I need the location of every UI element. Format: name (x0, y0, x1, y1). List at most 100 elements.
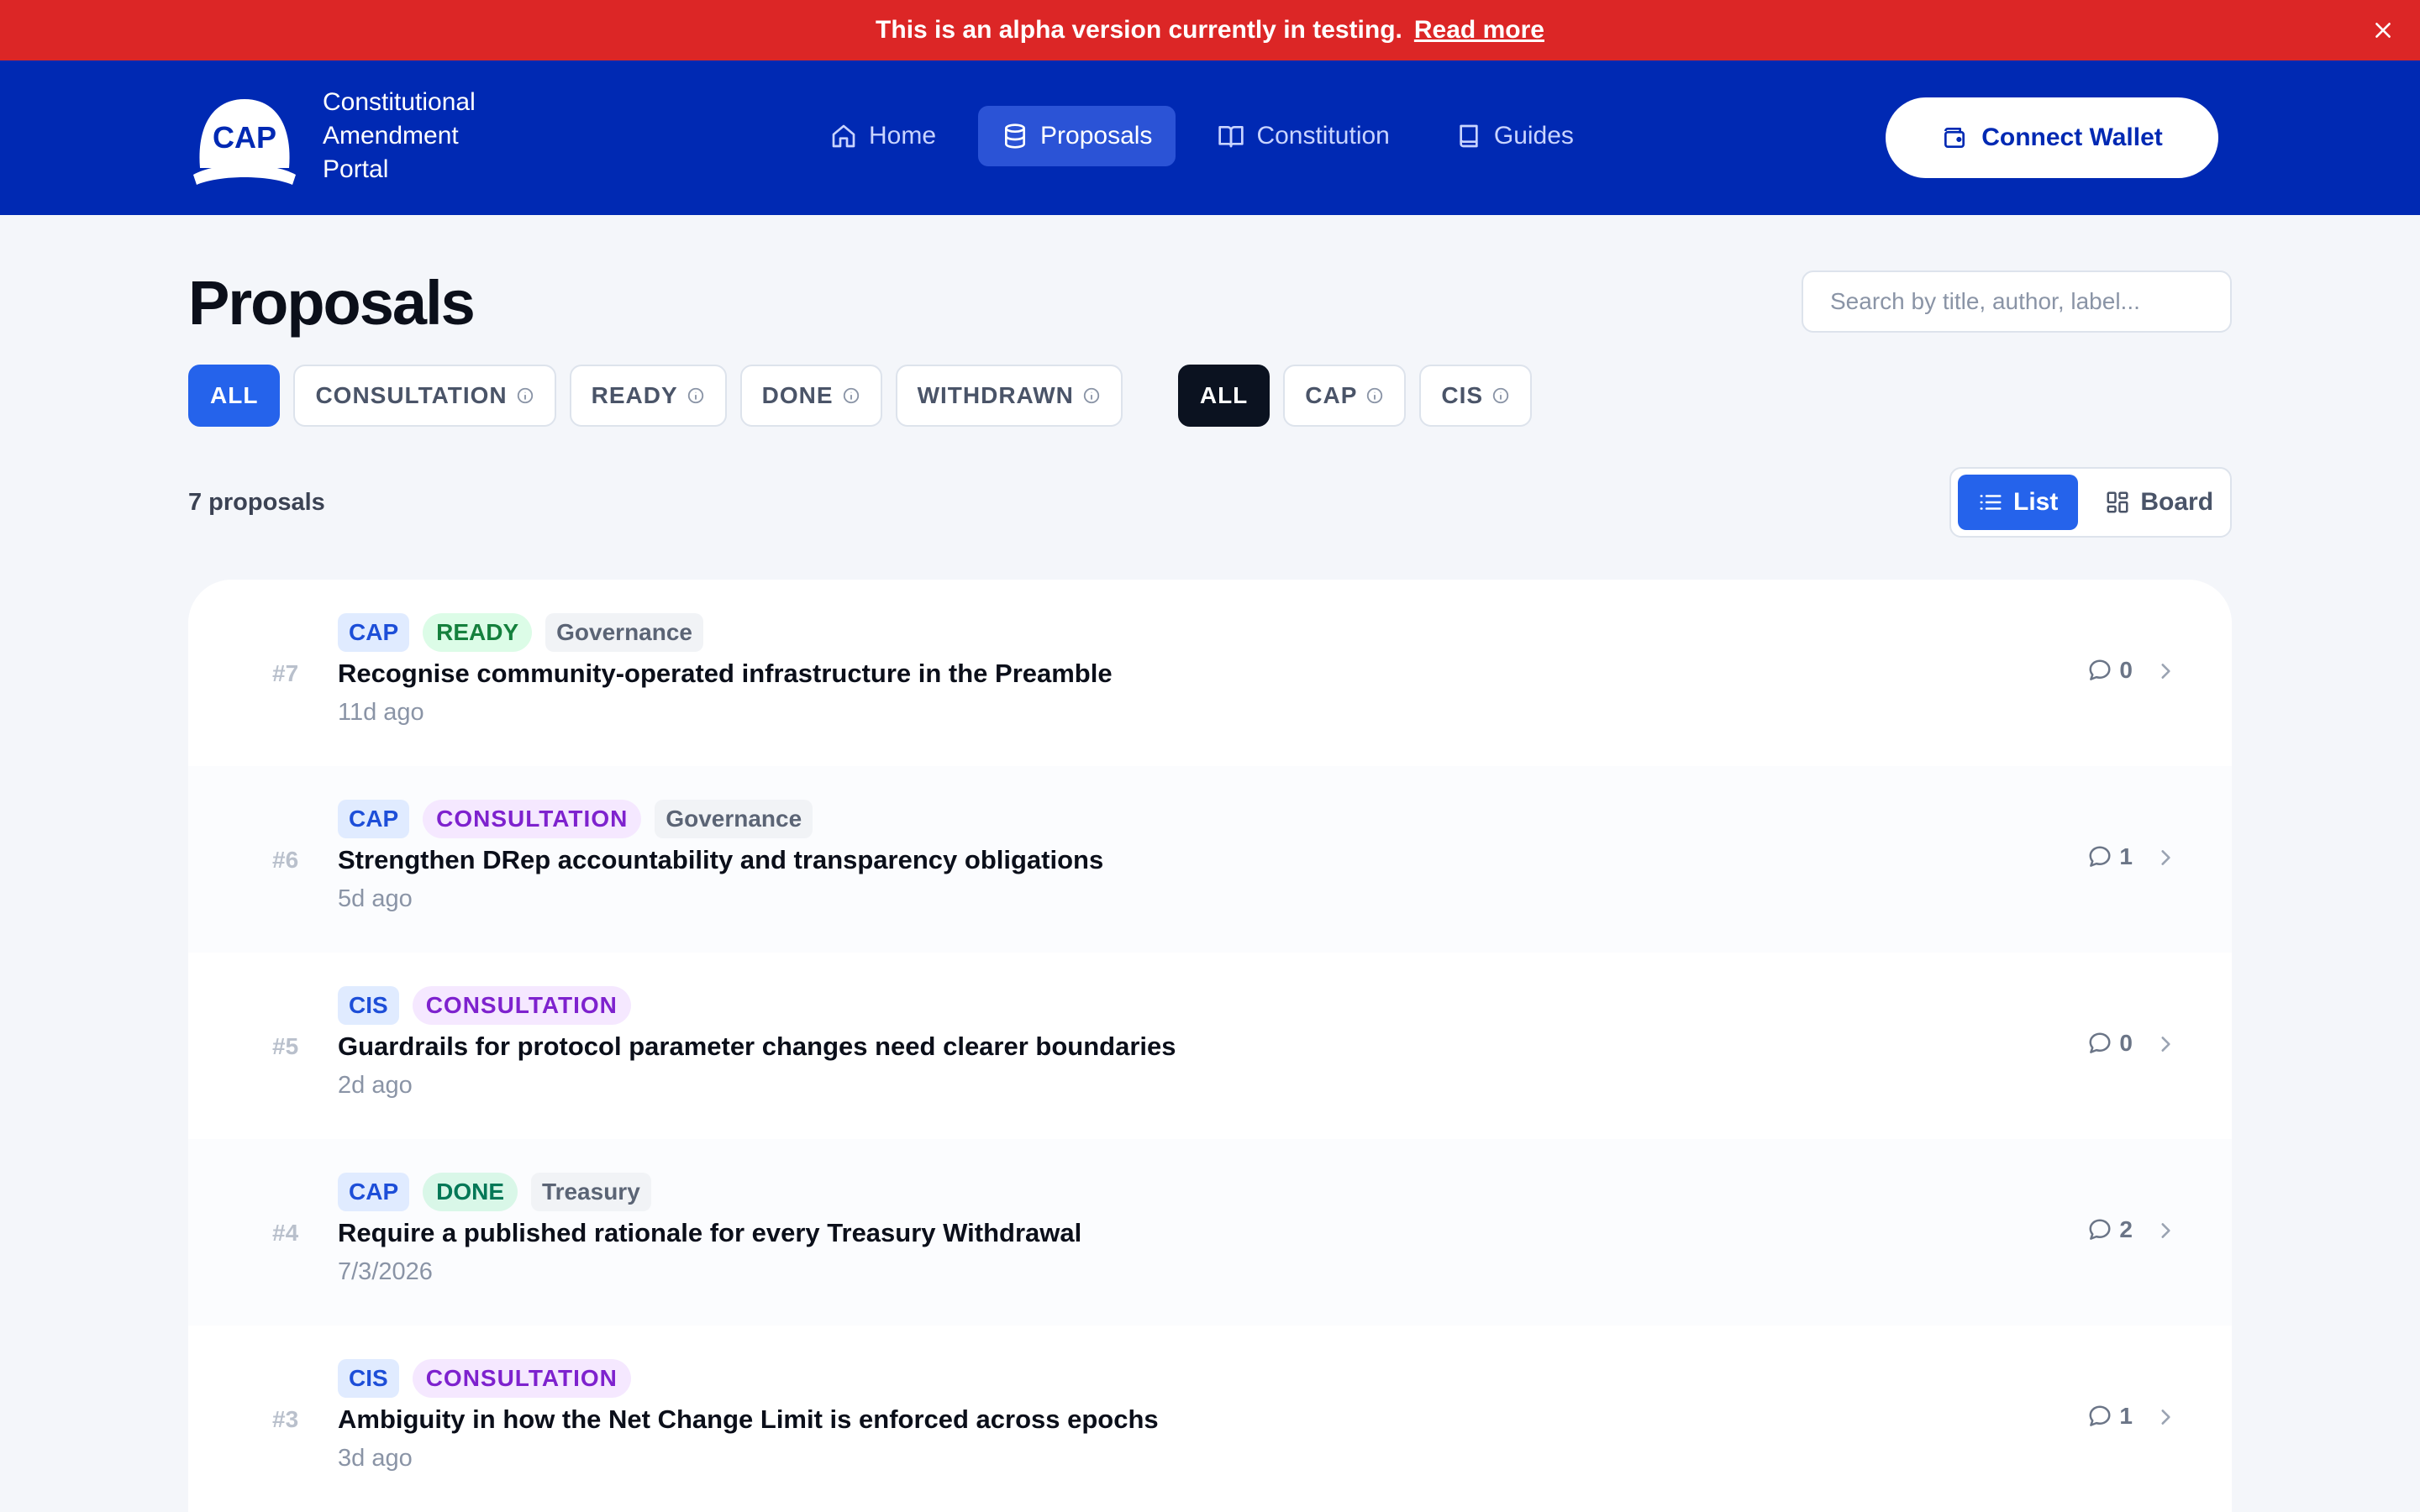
nav-home[interactable]: Home (807, 106, 960, 166)
close-icon (2375, 23, 2391, 38)
comment-icon (2089, 1219, 2111, 1240)
chevron-right-icon (2161, 1410, 2170, 1425)
search-input[interactable] (1802, 270, 2232, 333)
filter-status-withdrawn[interactable]: WITHDRAWN (895, 365, 1123, 427)
cap-logo[interactable]: CAP (192, 94, 297, 188)
nav-constitution-label: Constitution (1256, 122, 1390, 150)
status-badge: READY (423, 613, 533, 652)
alpha-message: This is an alpha version currently in te… (876, 16, 1402, 44)
filter-label: READY (591, 382, 678, 408)
proposal-time: 2d ago (338, 1072, 413, 1099)
filter-label: CAP (1305, 382, 1358, 408)
info-icon (1492, 387, 1509, 404)
status-badge: DONE (423, 1173, 518, 1211)
info-icon (517, 387, 533, 404)
proposal-row[interactable]: #3 CIS CONSULTATION Ambiguity in how the… (188, 1326, 2232, 1512)
comment-count: 0 (2087, 1030, 2133, 1057)
proposal-row[interactable]: #4 CAP DONE Treasury Require a published… (188, 1139, 2232, 1326)
proposal-number: #5 (272, 1033, 299, 1059)
proposal-tags: CIS CONSULTATION (338, 1359, 631, 1398)
proposal-tags: CAP CONSULTATION Governance (338, 800, 813, 838)
logo-text: CAP (213, 120, 276, 155)
filter-label: ALL (1199, 382, 1249, 408)
alpha-banner: This is an alpha version currently in te… (0, 0, 2420, 60)
label-tag: Treasury (531, 1173, 651, 1211)
filter-bar: ALL CONSULTATION READY DONE WITHDRAWN AL… (188, 365, 1533, 427)
proposal-count: 7 proposals (188, 489, 325, 516)
filter-status-done[interactable]: DONE (739, 365, 882, 427)
proposal-time: 11d ago (338, 699, 424, 726)
board-view-button[interactable]: Board (2085, 475, 2233, 530)
proposal-tags: CIS CONSULTATION (338, 986, 631, 1025)
proposal-number: #6 (272, 847, 299, 873)
nav-constitution[interactable]: Constitution (1194, 106, 1413, 166)
page-title: Proposals (188, 268, 476, 338)
status-badge: CONSULTATION (412, 986, 631, 1025)
proposal-number: #3 (272, 1406, 299, 1432)
read-more-link[interactable]: Read more (1414, 16, 1544, 45)
comment-count: 1 (2087, 843, 2133, 870)
filter-type-cap[interactable]: CAP (1283, 365, 1407, 427)
chevron-right-icon (2161, 1223, 2170, 1238)
home-icon (832, 124, 855, 148)
comment-icon (2089, 846, 2111, 867)
chevron-right-icon (2161, 1037, 2170, 1052)
nav-proposals[interactable]: Proposals (978, 106, 1176, 166)
proposal-title: Require a published rationale for every … (338, 1218, 1082, 1247)
comment-count: 0 (2087, 657, 2133, 684)
type-tag: CIS (338, 986, 399, 1025)
proposal-title: Ambiguity in how the Net Change Limit is… (338, 1404, 1159, 1434)
proposal-row[interactable]: #5 CIS CONSULTATION Guardrails for proto… (188, 953, 2232, 1139)
filter-status-all[interactable]: ALL (188, 365, 281, 427)
list-view-button[interactable]: List (1958, 475, 2079, 530)
proposal-number: #4 (272, 1220, 299, 1246)
nav-proposals-label: Proposals (1040, 122, 1153, 150)
proposal-time: 3d ago (338, 1445, 413, 1472)
label-tag: Governance (545, 613, 703, 652)
board-view-label: Board (2140, 488, 2214, 516)
filter-type-all[interactable]: ALL (1177, 365, 1270, 427)
comment-icon (2089, 659, 2111, 680)
filter-status-consultation[interactable]: CONSULTATION (293, 365, 556, 427)
type-tag: CAP (338, 1173, 410, 1211)
brand-line-3: Portal (323, 155, 389, 183)
filter-status-ready[interactable]: READY (569, 365, 727, 427)
proposal-row[interactable]: #6 CAP CONSULTATION Governance Strengthe… (188, 766, 2232, 953)
comment-icon (2089, 1032, 2111, 1053)
board-icon (2107, 491, 2128, 513)
nav-home-label: Home (869, 122, 937, 150)
cap-logo-icon: CAP (193, 99, 296, 185)
chevron-right-icon (2161, 850, 2170, 865)
proposal-title: Guardrails for protocol parameter change… (338, 1032, 1176, 1061)
list-icon (1980, 495, 2002, 510)
filter-label: WITHDRAWN (917, 382, 1074, 408)
comment-count-value: 1 (2119, 843, 2133, 869)
type-tag: CAP (338, 800, 410, 838)
info-icon (687, 387, 703, 404)
filter-label: CONSULTATION (315, 382, 508, 408)
brand-line-1: Constitutional (323, 88, 476, 116)
proposal-tags: CAP READY Governance (338, 613, 703, 652)
comment-icon (2089, 1405, 2111, 1426)
filter-type-cis[interactable]: CIS (1419, 365, 1533, 427)
wallet-icon (1944, 128, 1965, 148)
proposal-title: Recognise community-operated infrastruct… (338, 659, 1113, 688)
comment-count-value: 0 (2119, 1030, 2133, 1056)
comment-count-value: 2 (2119, 1216, 2133, 1242)
connect-wallet-label: Connect Wallet (1981, 123, 2163, 151)
book-open-icon (1218, 126, 1244, 148)
proposal-time: 7/3/2026 (338, 1258, 433, 1285)
database-icon (1005, 123, 1026, 149)
main-nav: Home Proposals Constitution Guides (807, 106, 1597, 166)
close-banner-button[interactable] (2368, 15, 2398, 45)
comment-count: 1 (2087, 1403, 2133, 1430)
nav-guides[interactable]: Guides (1432, 106, 1597, 166)
brand-line-2: Amendment (323, 122, 459, 150)
type-tag: CIS (338, 1359, 399, 1398)
label-tag: Governance (655, 800, 813, 838)
proposal-tags: CAP DONE Treasury (338, 1173, 651, 1211)
filter-label: CIS (1441, 382, 1484, 408)
nav-guides-label: Guides (1493, 122, 1574, 150)
connect-wallet-button[interactable]: Connect Wallet (1886, 97, 2218, 178)
proposal-row[interactable]: #7 CAP READY Governance Recognise commun… (188, 580, 2232, 766)
